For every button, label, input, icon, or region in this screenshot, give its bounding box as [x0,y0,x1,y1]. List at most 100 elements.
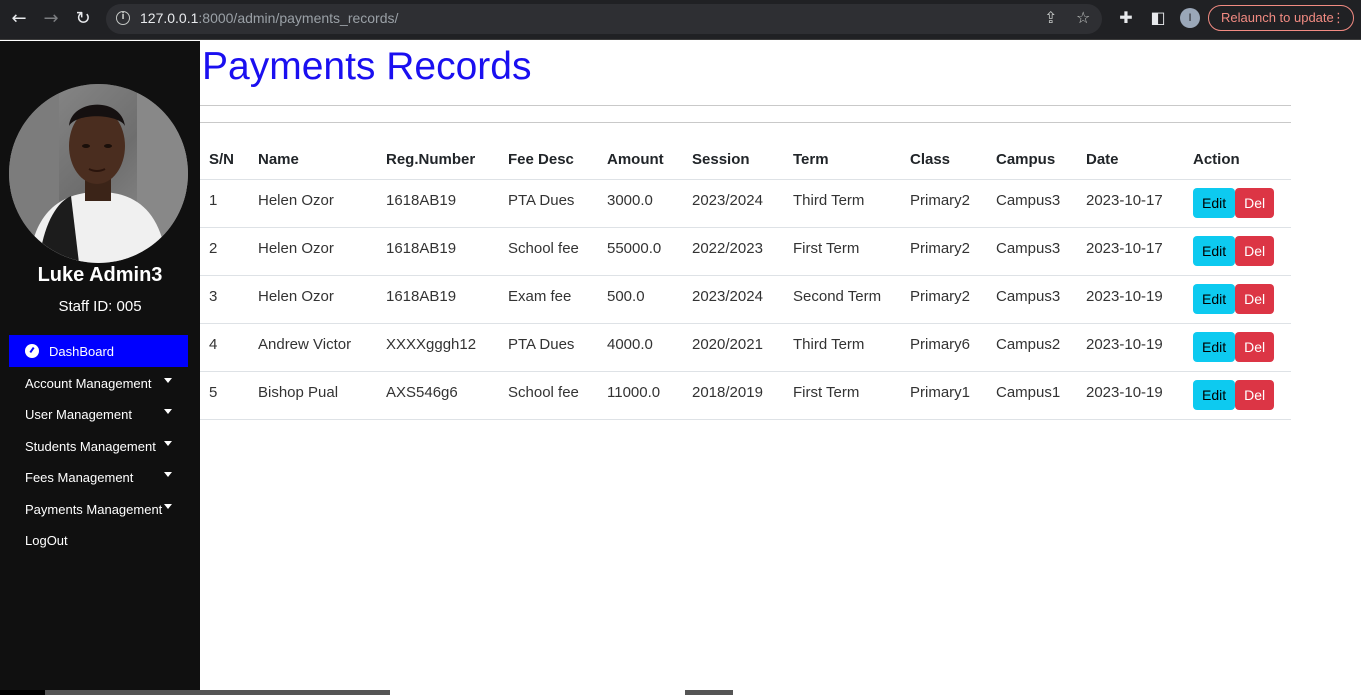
column-header: Date [1077,140,1184,180]
more-menu-icon[interactable]: ⋮ [1332,6,1345,30]
table-cell: Andrew Victor [249,323,377,372]
column-header: Class [901,140,987,180]
sidebar-item-fees-management[interactable]: Fees Management [25,470,133,485]
table-cell: Helen Ozor [249,227,377,276]
table-cell: 1618AB19 [377,227,499,276]
edit-button[interactable]: Edit [1193,379,1236,410]
sidebar-item-label: LogOut [25,533,68,548]
table-cell: Second Term [784,275,901,324]
table-cell: Primary1 [901,371,987,420]
edit-button[interactable]: Edit [1193,331,1236,362]
table-cell: 5 [200,371,249,420]
sidebar-item-label: Fees Management [25,470,134,485]
sidebar-item-logout[interactable]: LogOut [25,533,68,548]
sidebar-item-label: Students Management [25,439,156,454]
column-header: Session [683,140,784,180]
table-cell: Campus2 [987,323,1077,372]
table-cell: PTA Dues [499,179,598,228]
table-cell: 1 [200,179,249,228]
share-icon[interactable]: ⇪ [1044,8,1057,27]
table-cell: 2020/2021 [683,323,784,372]
taskbar-edge [0,690,45,695]
chevron-down-icon[interactable] [164,409,172,414]
table-cell: 2023/2024 [683,275,784,324]
edit-button[interactable]: Edit [1193,187,1236,218]
address-bar[interactable]: i 127.0.0.1:8000/admin/payments_records/… [106,4,1102,34]
table-cell: 500.0 [598,275,683,324]
table-cell: 2023-10-19 [1077,371,1184,420]
table-cell: Primary2 [901,179,987,228]
delete-button[interactable]: Del [1235,187,1275,218]
table-cell: Primary2 [901,227,987,276]
table-cell: First Term [784,227,901,276]
table-cell: 2023-10-19 [1077,275,1184,324]
table-row: 3 Helen Ozor 1618AB19 Exam fee 500.0 2023/202… [200,275,1291,324]
table-cell: 2023-10-19 [1077,323,1184,372]
side-panel-icon[interactable]: ◧ [1148,8,1168,28]
table-cell: 3 [200,275,249,324]
action-cell: Edit Del [1184,323,1291,372]
user-name: Luke Admin3 [37,264,163,286]
chevron-down-icon[interactable] [164,378,172,383]
table-cell: Bishop Pual [249,371,377,420]
url-text[interactable]: 127.0.0.1:8000/admin/payments_records/ [140,10,398,26]
sidebar: Luke Admin3 Staff ID: 005 DashBoard Acco… [0,41,200,695]
table-cell: 3000.0 [598,179,683,228]
table-cell: 2023-10-17 [1077,227,1184,276]
payments-table: S/N Name Reg.Number Fee Desc Amount Sess… [200,140,1291,420]
divider [200,122,1291,123]
sidebar-item-label: Payments Management [25,502,163,517]
back-arrow-icon[interactable]: ← [8,8,30,30]
action-cell: Edit Del [1184,371,1291,420]
table-cell: 2023/2024 [683,179,784,228]
table-cell: 11000.0 [598,371,683,420]
table-cell: First Term [784,371,901,420]
table-cell: Helen Ozor [249,275,377,324]
table-cell: XXXXgggh12 [377,323,499,372]
profile-avatar-icon[interactable]: I [1180,8,1200,28]
site-info-icon[interactable]: i [116,11,130,25]
column-header: Reg.Number [377,140,499,180]
delete-button[interactable]: Del [1235,235,1275,266]
taskbar-edge [45,690,390,695]
table-cell: Helen Ozor [249,179,377,228]
browser-toolbar: ← → ↻ i 127.0.0.1:8000/admin/payments_re… [0,0,1361,40]
sidebar-item-account-management[interactable]: Account Management [25,376,151,391]
column-header: S/N [200,140,249,180]
column-header: Term [784,140,901,180]
table-cell: AXS546g6 [377,371,499,420]
table-cell: Campus3 [987,179,1077,228]
chevron-down-icon[interactable] [164,504,172,509]
column-header: Amount [598,140,683,180]
table-cell: 2 [200,227,249,276]
sidebar-item-payments-management[interactable]: Payments Management [25,502,162,517]
reload-icon[interactable]: ↻ [72,8,94,30]
edit-button[interactable]: Edit [1193,235,1236,266]
edit-button[interactable]: Edit [1193,283,1236,314]
table-cell: 4000.0 [598,323,683,372]
table-row: 1 Helen Ozor 1618AB19 PTA Dues 3000.0 2023/20… [200,179,1291,228]
forward-arrow-icon[interactable]: → [40,8,62,30]
sidebar-item-user-management[interactable]: User Management [25,407,132,422]
page-title: Payments Records [202,45,532,88]
sidebar-item-label: User Management [25,407,132,422]
relaunch-button[interactable]: Relaunch to update ⋮ [1208,5,1354,31]
table-cell: 1618AB19 [377,275,499,324]
table-cell: PTA Dues [499,323,598,372]
table-cell: Exam fee [499,275,598,324]
extensions-puzzle-icon[interactable]: ✚ [1116,8,1136,28]
delete-button[interactable]: Del [1235,283,1275,314]
sidebar-item-dashboard[interactable]: DashBoard [9,335,188,367]
taskbar-edge [685,690,733,695]
chevron-down-icon[interactable] [164,472,172,477]
delete-button[interactable]: Del [1235,379,1275,410]
table-cell: Primary6 [901,323,987,372]
bookmark-star-icon[interactable]: ☆ [1076,8,1090,27]
user-avatar [9,84,188,263]
delete-button[interactable]: Del [1235,331,1275,362]
table-cell: School fee [499,227,598,276]
sidebar-item-students-management[interactable]: Students Management [25,439,156,454]
table-cell: School fee [499,371,598,420]
chevron-down-icon[interactable] [164,441,172,446]
table-cell: 2023-10-17 [1077,179,1184,228]
